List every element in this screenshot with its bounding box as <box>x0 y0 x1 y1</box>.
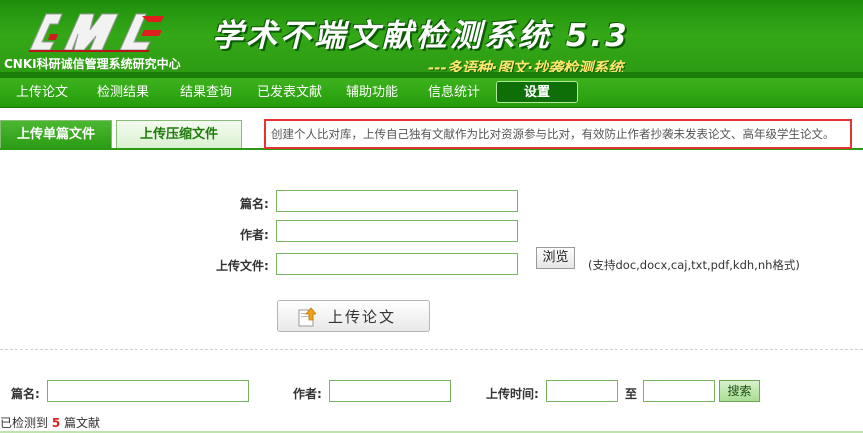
title-label: 篇名: <box>240 197 269 211</box>
nav-settings[interactable]: 设置 <box>496 81 578 103</box>
author-input[interactable] <box>276 220 518 242</box>
nav-aux-functions[interactable]: 辅助功能 <box>346 78 398 108</box>
upload-arrow-icon <box>298 307 316 327</box>
search-title-label: 篇名: <box>11 387 40 401</box>
search-title-input[interactable] <box>47 380 249 402</box>
system-title: 学术不端文献检测系统 5.3 <box>212 18 630 54</box>
tab-upload-single[interactable]: 上传单篇文件 <box>0 120 112 150</box>
org-name: CNKI科研诚信管理系统研究中心 <box>4 57 181 71</box>
notice-box: 创建个人比对库，上传自己独有文献作为比对资源参与比对，有效防止作者抄袭未发表论文… <box>264 119 852 149</box>
search-time-end-input[interactable] <box>643 380 715 402</box>
nav-upload-paper[interactable]: 上传论文 <box>16 78 68 108</box>
file-label: 上传文件: <box>216 259 269 273</box>
nav-statistics[interactable]: 信息统计 <box>428 78 480 108</box>
nav-check-results[interactable]: 检测结果 <box>97 78 149 108</box>
main-nav: 上传论文 检测结果 结果查询 已发表文献 辅助功能 信息统计 设置 <box>0 78 863 108</box>
search-time-start-input[interactable] <box>546 380 618 402</box>
nav-published-literature[interactable]: 已发表文献 <box>257 78 322 108</box>
author-label: 作者: <box>240 228 269 242</box>
browse-button[interactable]: 浏览 <box>536 247 575 269</box>
section-divider <box>0 349 863 350</box>
result-prefix: 已检测到 <box>0 416 49 430</box>
result-count-text: 已检测到 5 篇文献 <box>0 414 100 431</box>
header-banner: CNKI科研诚信管理系统研究中心 学术不端文献检测系统 5.3 ---多语种·图… <box>0 0 863 78</box>
supported-formats-note: (支持doc,docx,caj,txt,pdf,kdh,nh格式) <box>588 258 800 272</box>
upload-paper-button[interactable]: 上传论文 <box>277 300 430 332</box>
amlc-logo <box>28 13 164 52</box>
search-time-to-label: 至 <box>625 387 638 401</box>
result-suffix: 篇文献 <box>64 416 101 430</box>
search-author-label: 作者: <box>293 387 322 401</box>
search-author-input[interactable] <box>329 380 451 402</box>
title-input[interactable] <box>276 190 518 212</box>
result-count: 5 <box>51 416 61 430</box>
tab-upload-archive[interactable]: 上传压缩文件 <box>116 120 242 150</box>
search-time-label: 上传时间: <box>486 387 539 401</box>
upload-paper-label: 上传论文 <box>328 308 397 326</box>
search-button[interactable]: 搜索 <box>719 380 760 402</box>
file-path-input[interactable] <box>276 253 518 275</box>
nav-result-query[interactable]: 结果查询 <box>180 78 232 108</box>
